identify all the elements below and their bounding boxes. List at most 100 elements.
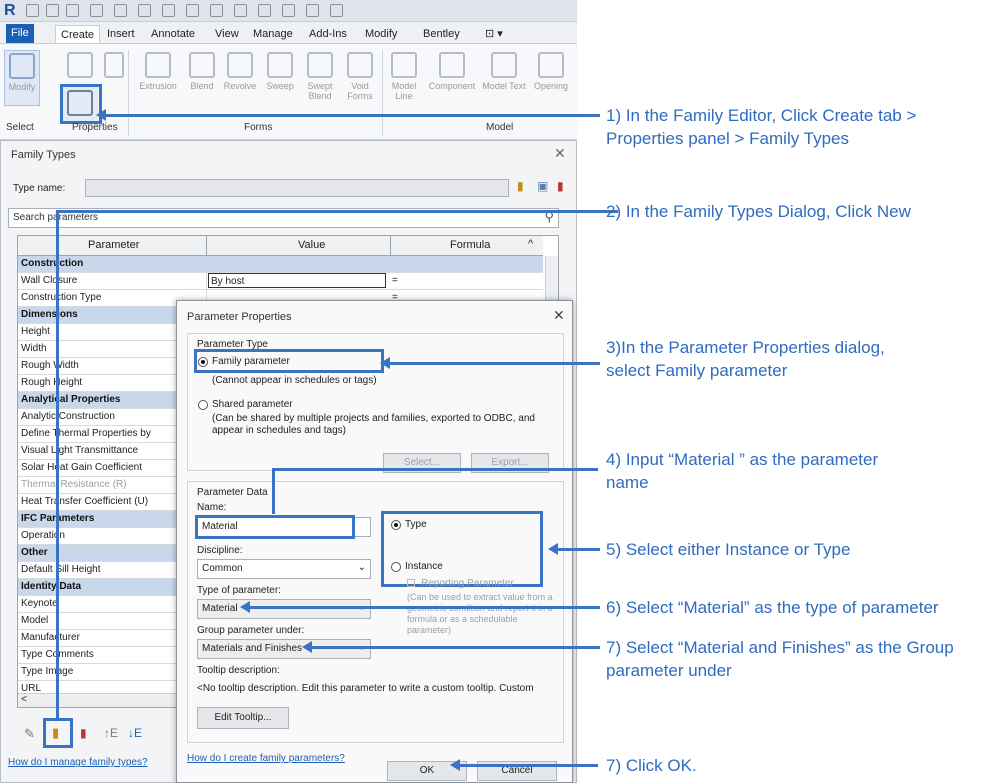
revolve-label: Revolve <box>223 81 257 91</box>
parameter-name: Heat Transfer Coefficient (U) <box>21 496 149 507</box>
annotation-line: select Family parameter <box>606 361 788 380</box>
opening-button[interactable]: Opening <box>528 50 574 106</box>
close-icon[interactable]: ✕ <box>554 145 566 162</box>
close-icon[interactable]: ✕ <box>553 307 565 324</box>
text-icon[interactable] <box>210 4 223 17</box>
parameter-name: Define Thermal Properties by <box>21 428 151 439</box>
panel-model-label: Model <box>486 122 514 133</box>
component-button[interactable]: Component <box>424 50 480 106</box>
parameter-name: Type Image <box>21 666 74 677</box>
print-icon[interactable] <box>138 4 151 17</box>
move-up-icon[interactable]: ↑E <box>104 726 118 740</box>
extrusion-button[interactable]: Extrusion <box>132 50 184 106</box>
parameter-name: Thermal Resistance (R) <box>21 479 127 490</box>
blend-icon <box>189 52 215 78</box>
scroll-left-icon[interactable]: < <box>21 694 27 705</box>
parameter-name: Rough Width <box>21 360 79 371</box>
manage-family-types-link[interactable]: How do I manage family types? <box>8 757 148 768</box>
create-family-params-link[interactable]: How do I create family parameters? <box>187 753 345 764</box>
shared-parameter-radio[interactable] <box>198 400 208 410</box>
connector-line <box>248 606 600 609</box>
discipline-select[interactable]: Common ⌄ <box>197 559 371 579</box>
void-forms-button[interactable]: Void Forms <box>342 50 378 106</box>
sweep-button[interactable]: Sweep <box>262 50 298 106</box>
type-of-parameter-select[interactable]: Material ⌄ <box>197 599 371 619</box>
tab-manage[interactable]: Manage <box>248 25 298 43</box>
panel-select-label[interactable]: Select <box>6 122 34 133</box>
sweep-label: Sweep <box>266 81 294 91</box>
revolve-button[interactable]: Revolve <box>220 50 260 106</box>
component-label: Component <box>428 81 476 91</box>
value-cell[interactable]: By host <box>208 273 386 288</box>
undo-icon[interactable] <box>90 4 103 17</box>
formula-cell[interactable]: = <box>392 273 398 289</box>
blend-label: Blend <box>190 81 214 91</box>
redo-icon[interactable] <box>114 4 127 17</box>
sort-up-icon[interactable]: ^ <box>528 238 533 250</box>
tab-insert[interactable]: Insert <box>102 25 140 43</box>
tab-add-ins[interactable]: Add-Ins <box>304 25 352 43</box>
close-windows-icon[interactable] <box>306 4 319 17</box>
parameter-name: Wall Closure <box>21 275 78 286</box>
new-type-icon[interactable]: ▮ <box>517 179 524 193</box>
tab-modify[interactable]: Modify <box>360 25 402 43</box>
column-formula[interactable]: Formula <box>450 239 490 251</box>
tab-create[interactable]: Create <box>55 25 101 43</box>
group-parameter-value: Materials and Finishes <box>202 643 303 654</box>
annotation-step-4: 4) Input “Material ” as the parameter nam… <box>606 448 878 494</box>
3d-view-icon[interactable] <box>234 4 247 17</box>
revit-logo-icon[interactable]: R <box>4 2 18 19</box>
edit-tooltip-button[interactable]: Edit Tooltip... <box>197 707 289 729</box>
family-params-button[interactable] <box>102 50 126 106</box>
reporting-note: (Can be used to extract value from a geo… <box>407 592 553 635</box>
delete-type-icon[interactable]: ▮ <box>557 179 564 193</box>
modify-button[interactable]: Modify <box>4 50 40 106</box>
parameter-name: Keynote <box>21 598 58 609</box>
delete-parameter-icon[interactable]: ▮ <box>80 726 87 740</box>
tab-annotate[interactable]: Annotate <box>146 25 200 43</box>
discipline-value: Common <box>202 563 243 574</box>
parameter-name: Default Sill Height <box>21 564 101 575</box>
component-icon <box>439 52 465 78</box>
connector-line <box>384 362 600 365</box>
blend-button[interactable]: Blend <box>186 50 218 106</box>
model-text-button[interactable]: Model Text <box>482 50 526 106</box>
shared-parameter-label: Shared parameter <box>212 399 293 410</box>
connector-line <box>272 468 275 514</box>
type-name-label: Type name: <box>13 183 66 194</box>
dimension-icon[interactable] <box>186 4 199 17</box>
tab-overflow-icon[interactable]: ⊡ ▾ <box>480 25 508 43</box>
extrusion-label: Extrusion <box>139 81 177 91</box>
thin-lines-icon[interactable] <box>282 4 295 17</box>
column-parameter[interactable]: Parameter <box>88 239 139 251</box>
move-down-icon[interactable]: ↓E <box>128 726 142 740</box>
model-line-button[interactable]: Model Line <box>386 50 422 106</box>
panel-forms-label: Forms <box>244 122 273 133</box>
group-row: Construction <box>18 256 543 273</box>
type-name-select[interactable] <box>85 179 509 197</box>
table-row[interactable]: Wall Closure By host = <box>18 273 543 290</box>
highlight-type-instance <box>381 511 543 587</box>
connector-line <box>458 764 598 767</box>
rename-type-icon[interactable]: ▣ <box>537 179 548 193</box>
tab-view[interactable]: View <box>210 25 244 43</box>
save-icon[interactable] <box>46 4 59 17</box>
open-icon[interactable] <box>26 4 39 17</box>
tab-bentley[interactable]: Bentley <box>418 25 465 43</box>
column-divider <box>206 236 207 256</box>
measure-icon[interactable] <box>162 4 175 17</box>
group-parameter-select[interactable]: Materials and Finishes ⌄ <box>197 639 371 659</box>
tab-file[interactable]: File <box>6 24 34 43</box>
annotation-step-6: 6) Select “Material” as the type of para… <box>606 598 939 617</box>
switch-windows-icon[interactable] <box>330 4 343 17</box>
model-text-label: Model Text <box>482 81 526 91</box>
column-value[interactable]: Value <box>298 239 325 251</box>
section-icon[interactable] <box>258 4 271 17</box>
parameter-name: Visual Light Transmittance <box>21 445 139 456</box>
reporting-checkbox[interactable] <box>407 579 415 587</box>
swept-blend-button[interactable]: Swept Blend <box>300 50 340 106</box>
edit-parameter-icon[interactable]: ✎ <box>24 726 35 742</box>
connector-line <box>272 468 598 471</box>
annotation-step-8: 7) Click OK. <box>606 756 697 775</box>
sync-icon[interactable] <box>66 4 79 17</box>
